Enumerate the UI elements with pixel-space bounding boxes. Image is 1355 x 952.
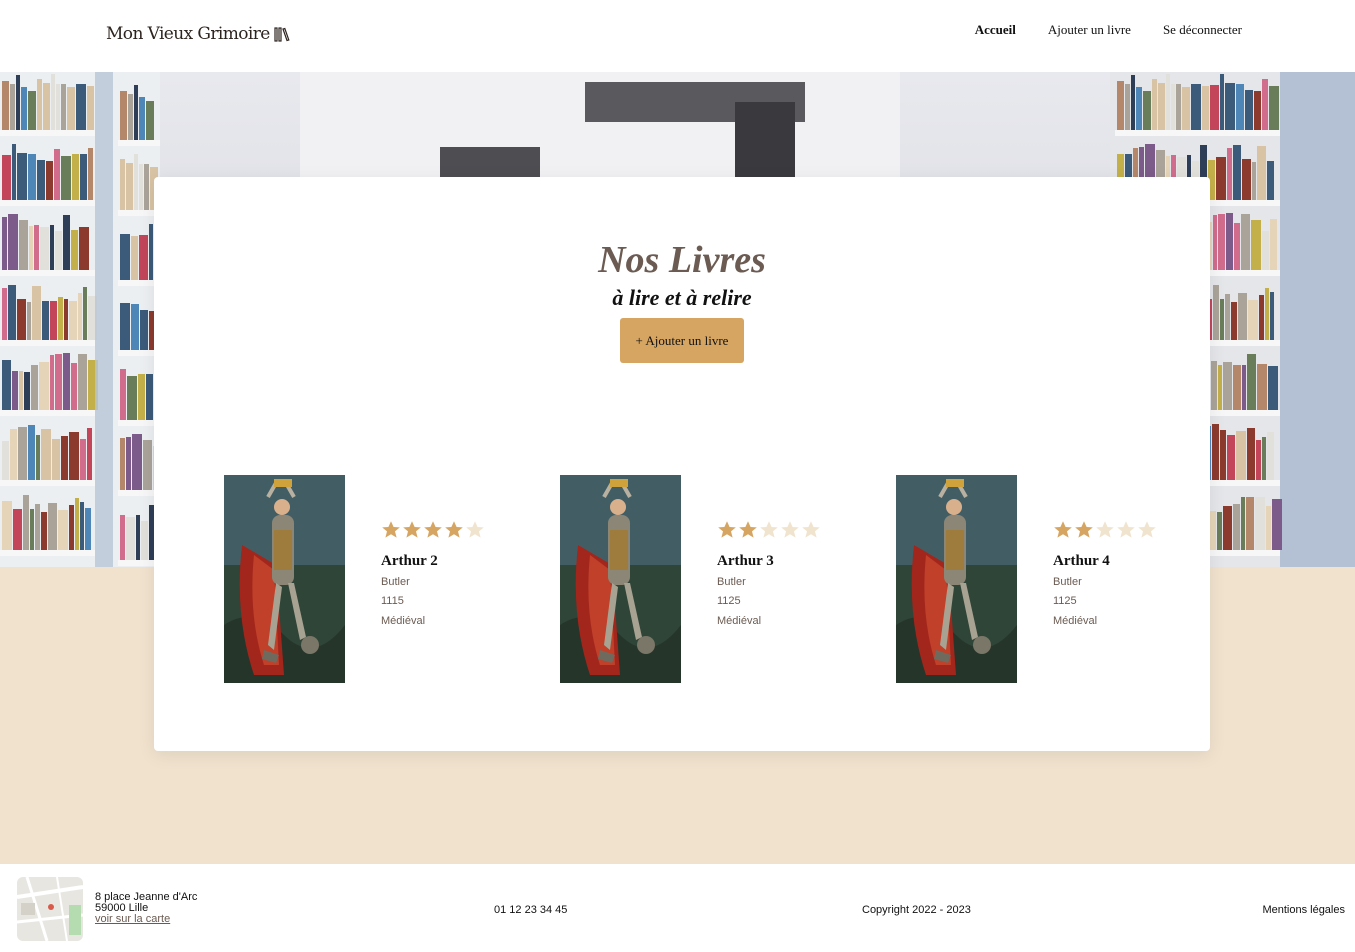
address: 8 place Jeanne d'Arc 59000 Lille voir su…: [95, 892, 197, 925]
book-title: Arthur 2: [381, 553, 438, 569]
star-empty-icon: [466, 521, 484, 538]
nav-ajouter-un-livre[interactable]: Ajouter un livre: [1048, 22, 1131, 38]
book-cover-image[interactable]: [560, 475, 681, 683]
logo-text: Mon Vieux Grimoire: [106, 24, 270, 44]
add-book-button[interactable]: + Ajouter un livre: [620, 318, 744, 363]
book-card[interactable]: Arthur 2 Butler 1115 Médiéval: [224, 475, 504, 683]
star-filled-icon: [1075, 521, 1093, 538]
star-empty-icon: [802, 521, 820, 538]
nav-se-deconnecter[interactable]: Se déconnecter: [1163, 22, 1242, 38]
site-footer: 8 place Jeanne d'Arc 59000 Lille voir su…: [0, 864, 1355, 952]
book-author: Butler: [381, 576, 410, 588]
nav-accueil[interactable]: Accueil: [975, 22, 1016, 38]
star-filled-icon: [382, 521, 400, 538]
books-card: Nos Livres à lire et à relire + Ajouter …: [154, 177, 1210, 751]
book-title: Arthur 4: [1053, 553, 1110, 569]
book-author: Butler: [717, 576, 746, 588]
star-filled-icon: [739, 521, 757, 538]
book-title: Arthur 3: [717, 553, 774, 569]
star-empty-icon: [1117, 521, 1135, 538]
star-filled-icon: [445, 521, 463, 538]
page-subtitle: à lire et à relire: [612, 285, 752, 310]
book-genre: Médiéval: [717, 615, 762, 627]
star-filled-icon: [718, 521, 736, 538]
star-empty-icon: [1096, 521, 1114, 538]
rating-stars: [1053, 520, 1157, 540]
star-filled-icon: [424, 521, 442, 538]
book-genre: Médiéval: [1053, 615, 1098, 627]
book-cover-image[interactable]: [896, 475, 1017, 683]
phone-number: 01 12 23 34 45: [494, 904, 568, 916]
book-card[interactable]: Arthur 3 Butler 1125 Médiéval: [560, 475, 840, 683]
star-filled-icon: [1054, 521, 1072, 538]
star-empty-icon: [760, 521, 778, 538]
map-link[interactable]: voir sur la carte: [95, 913, 170, 925]
star-filled-icon: [403, 521, 421, 538]
book-author: Butler: [1053, 576, 1082, 588]
rating-stars: [717, 520, 821, 540]
rating-stars: [381, 520, 485, 540]
star-empty-icon: [781, 521, 799, 538]
logo[interactable]: Mon Vieux Grimoire: [106, 24, 290, 44]
book-year: 1125: [1053, 595, 1077, 607]
main-nav: Accueil Ajouter un livre Se déconnecter: [975, 22, 1242, 38]
copyright: Copyright 2022 - 2023: [862, 904, 971, 916]
page-title: Nos Livres: [598, 239, 766, 281]
legal-notice-link[interactable]: Mentions légales: [1262, 904, 1345, 916]
site-header: Mon Vieux Grimoire Accueil Ajouter un li…: [0, 0, 1355, 72]
book-spines-icon: [274, 27, 290, 42]
book-cover-image[interactable]: [224, 475, 345, 683]
book-card[interactable]: Arthur 4 Butler 1125 Médiéval: [896, 475, 1176, 683]
book-genre: Médiéval: [381, 615, 426, 627]
star-empty-icon: [1138, 521, 1156, 538]
book-year: 1115: [381, 595, 404, 607]
map-thumbnail[interactable]: [17, 877, 83, 941]
book-year: 1125: [717, 595, 741, 607]
